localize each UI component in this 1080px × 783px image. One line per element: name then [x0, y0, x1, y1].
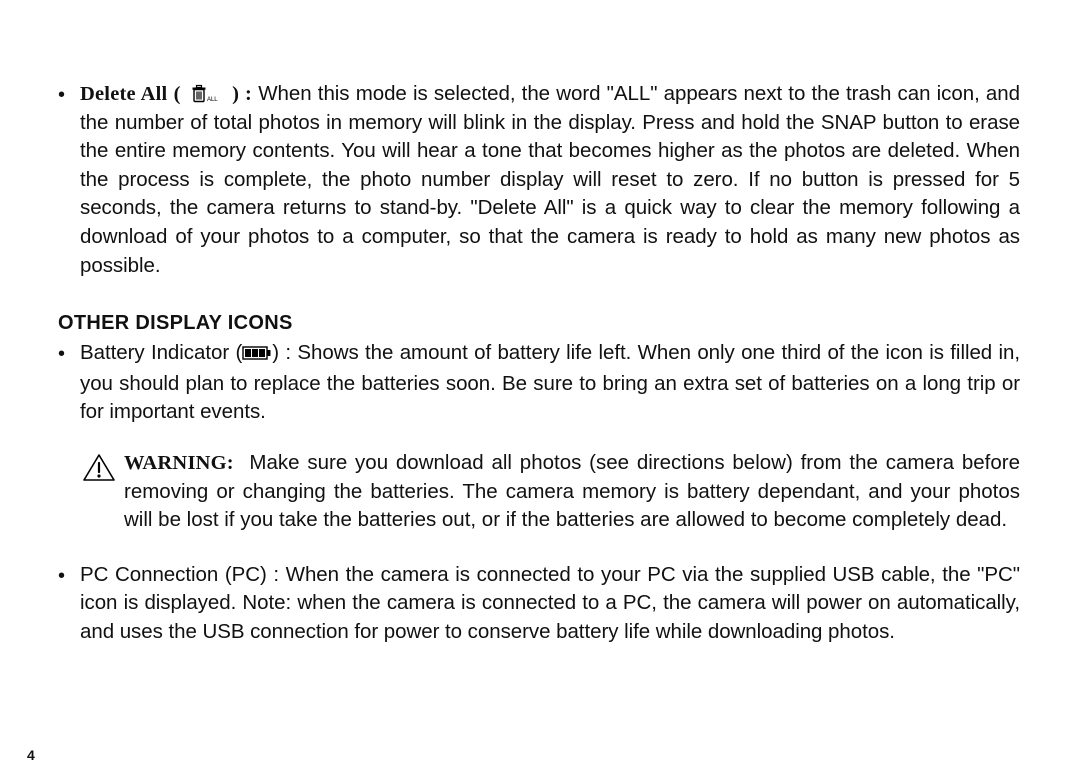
warning-body: WARNING: Make sure you download all phot… — [124, 449, 1020, 535]
bullet-body: Battery Indicator ( ) : Shows the amount… — [80, 339, 1020, 427]
battery-icon — [242, 341, 272, 370]
trash-all-icon: ALL — [192, 85, 220, 103]
svg-text:ALL: ALL — [207, 97, 218, 103]
delete-all-text: When this mode is selected, the word "AL… — [80, 82, 1020, 277]
bullet-marker: • — [58, 339, 80, 427]
warning-text: Make sure you download all photos (see d… — [124, 451, 1020, 531]
bullet-pc: • PC Connection (PC) : When the camera i… — [58, 561, 1020, 647]
bullet-body: Delete All ( ALL ) : When this mode is s… — [80, 80, 1020, 280]
page-number: 4 — [27, 747, 35, 763]
section-heading-other-icons: OTHER DISPLAY ICONS — [58, 312, 1020, 335]
pc-text: PC Connection (PC) : When the camera is … — [80, 561, 1020, 647]
warning-label: WARNING: — [124, 452, 234, 474]
warning-icon — [82, 449, 124, 488]
bullet-battery: • Battery Indicator ( ) : Shows the amou… — [58, 339, 1020, 427]
bullet-marker: • — [58, 80, 80, 280]
bullet-delete-all: • Delete All ( ALL ) : When this mode is… — [58, 80, 1020, 280]
bullet-marker: • — [58, 561, 80, 647]
battery-prefix: Battery Indicator ( — [80, 341, 242, 364]
warning-block: WARNING: Make sure you download all phot… — [82, 449, 1020, 535]
manual-page: • Delete All ( ALL ) : When this mode is… — [0, 0, 1080, 783]
delete-all-label: Delete All — [80, 83, 167, 105]
